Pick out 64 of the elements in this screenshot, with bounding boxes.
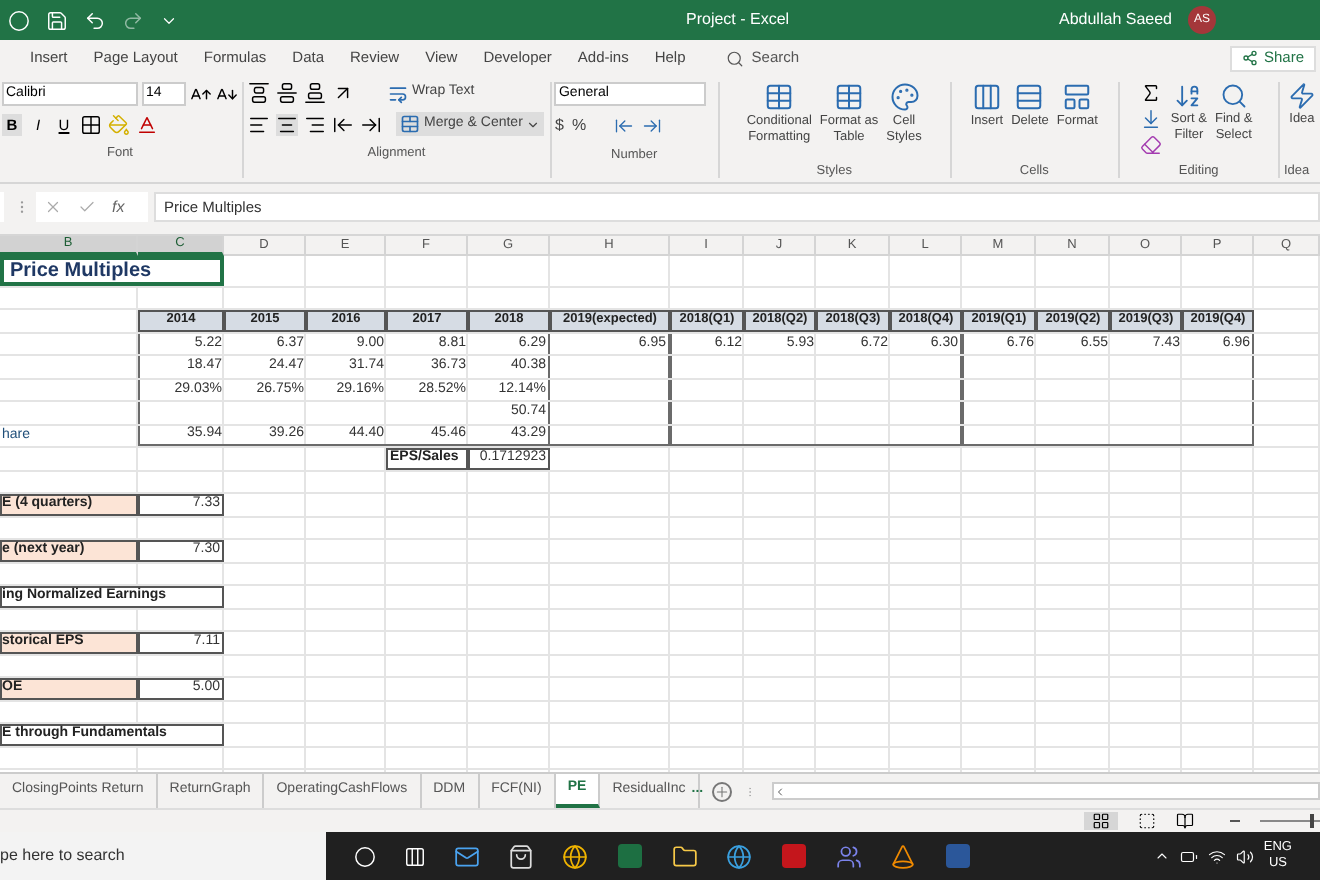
- page-break-icon[interactable]: [1176, 812, 1194, 830]
- page-layout-icon[interactable]: [1138, 812, 1156, 830]
- globe-icon[interactable]: [726, 843, 752, 869]
- cells-icon: [1014, 82, 1045, 112]
- globe-icon[interactable]: [562, 843, 588, 869]
- middle-align-icon[interactable]: [275, 82, 298, 104]
- top-align-icon[interactable]: [247, 82, 270, 104]
- chevron-up-icon[interactable]: [1153, 848, 1170, 864]
- window-title: Project - Excel: [686, 8, 790, 32]
- function-button[interactable]: fx: [112, 195, 125, 219]
- fill-color-icon[interactable]: [108, 114, 130, 136]
- user-name: Abdullah Saeed: [1059, 8, 1172, 32]
- search-icon: [725, 49, 744, 67]
- sum-icon[interactable]: [1140, 82, 1163, 104]
- share-icon: [1241, 50, 1258, 66]
- autosave-icon[interactable]: [8, 9, 30, 31]
- styles-icon: [764, 82, 795, 112]
- align-right-icon[interactable]: [303, 113, 326, 135]
- bottom-align-icon[interactable]: [303, 82, 326, 104]
- volume-icon[interactable]: [1235, 847, 1254, 865]
- add-sheet-icon[interactable]: [711, 781, 732, 801]
- shrink-font-icon[interactable]: [216, 83, 238, 105]
- search-icon: [1219, 82, 1248, 110]
- save-icon[interactable]: [46, 9, 68, 31]
- circle-icon[interactable]: [354, 845, 376, 867]
- merge-cells-icon: [399, 114, 420, 134]
- battery-icon[interactable]: [1179, 847, 1198, 865]
- borders-icon[interactable]: [80, 114, 102, 136]
- decrease-decimal-icon[interactable]: [642, 116, 663, 136]
- styles-icon: [834, 82, 865, 112]
- cells-icon: [971, 82, 1002, 112]
- increase-decimal-icon[interactable]: [614, 116, 635, 136]
- decrease-indent-icon[interactable]: [331, 113, 354, 135]
- font-color-icon[interactable]: [136, 114, 158, 136]
- redo-icon: [122, 9, 144, 31]
- grow-font-icon[interactable]: [190, 83, 212, 105]
- lightning-icon: [1287, 82, 1316, 110]
- caret-icon: [526, 117, 541, 131]
- taskbar-search-field[interactable]: pe here to search: [0, 832, 326, 880]
- folder-icon[interactable]: [672, 843, 698, 869]
- normal-view-icon[interactable]: [1092, 812, 1110, 830]
- wifi-icon[interactable]: [1207, 847, 1226, 865]
- increase-indent-icon[interactable]: [359, 113, 382, 135]
- align-left-icon[interactable]: [247, 113, 270, 135]
- store-bag-icon[interactable]: [508, 843, 534, 869]
- align-center-icon[interactable]: [275, 113, 298, 135]
- zoom-thumb[interactable]: [1310, 814, 1315, 828]
- sheet-title: Price Multiples: [0, 256, 224, 286]
- number-style-button[interactable]: $: [554, 114, 564, 138]
- styles-icon: [889, 82, 919, 112]
- horizontal-scrollbar[interactable]: [771, 782, 1320, 800]
- document-app-icon[interactable]: [780, 842, 808, 870]
- wrap-text-icon: [387, 83, 408, 103]
- spreadsheet-app-icon[interactable]: [616, 842, 644, 870]
- eraser-icon[interactable]: [1140, 134, 1163, 156]
- cone-icon[interactable]: [890, 843, 916, 869]
- fill-down-icon[interactable]: [1140, 108, 1163, 130]
- people-icon[interactable]: [836, 843, 862, 869]
- sort-icon: [1174, 82, 1203, 110]
- mail-icon[interactable]: [454, 843, 480, 869]
- undo-icon[interactable]: [84, 9, 106, 31]
- number-style-button[interactable]: %: [571, 114, 587, 138]
- cells-icon: [1062, 82, 1093, 112]
- task-view-icon[interactable]: [404, 845, 426, 867]
